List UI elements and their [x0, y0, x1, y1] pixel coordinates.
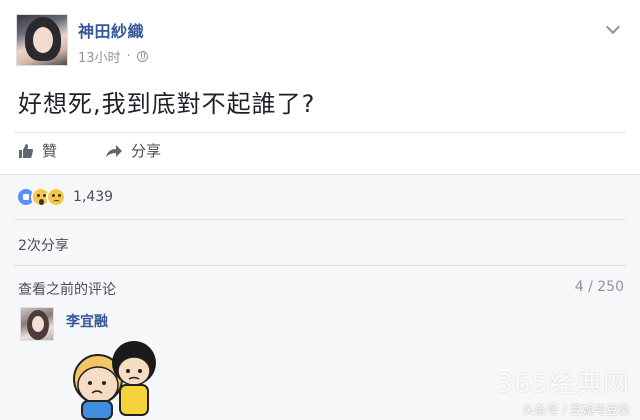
view-previous-comments-link[interactable]: 查看之前的评论 — [18, 279, 116, 299]
author-avatar[interactable] — [16, 14, 68, 66]
like-label: 贊 — [42, 142, 58, 160]
divider — [14, 265, 626, 266]
post-meta: 13小时 · — [78, 47, 148, 66]
commenter-name[interactable]: 李宜融 — [66, 311, 108, 331]
thumbs-up-icon — [19, 143, 33, 158]
share-button[interactable]: 分享 — [105, 140, 161, 161]
facebook-post: 神田紗織 13小时 · 好想死,我到底對不起誰了? 贊 分享 1,439 2次分… — [0, 0, 640, 420]
sad-reaction-icon — [46, 187, 66, 207]
reaction-count: 1,439 — [73, 189, 114, 205]
post-content: 好想死,我到底對不起誰了? — [18, 90, 316, 118]
share-arrow-icon — [106, 144, 123, 157]
post-time[interactable]: 13小时 — [78, 47, 121, 66]
share-count[interactable]: 2次分享 — [18, 235, 69, 255]
feedback-section: 1,439 2次分享 查看之前的评论 4 / 250 李宜融 365经典网 头条… — [0, 174, 640, 420]
divider — [14, 132, 626, 133]
comment-pager: 4 / 250 — [574, 279, 624, 295]
author-name[interactable]: 神田紗織 — [78, 18, 144, 42]
separator-dot: · — [126, 49, 131, 64]
chevron-down-icon[interactable] — [605, 19, 621, 35]
reaction-summary[interactable]: 1,439 — [16, 187, 113, 207]
divider — [14, 219, 626, 220]
share-label: 分享 — [131, 142, 162, 160]
source-credit: 头条号 / 豆娛与豆樂 — [522, 403, 630, 417]
action-bar: 贊 分享 — [18, 140, 161, 161]
avatar-face — [32, 316, 44, 332]
globe-icon — [136, 51, 148, 62]
cartoon-sticker — [73, 341, 156, 420]
site-watermark: 365经典网 — [496, 369, 630, 399]
avatar-face — [33, 27, 53, 53]
like-button[interactable]: 贊 — [18, 140, 57, 161]
commenter-avatar[interactable] — [20, 307, 54, 341]
